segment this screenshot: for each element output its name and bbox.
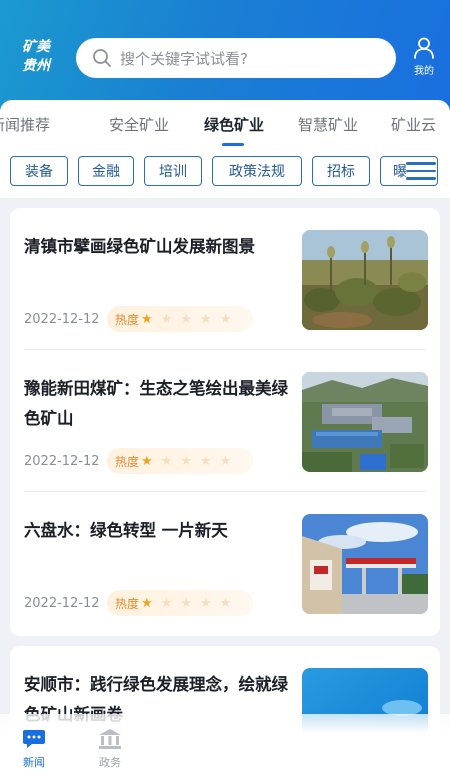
star-icon: ★: [199, 311, 212, 327]
star-icon: ★: [180, 311, 192, 327]
tab-green-mining[interactable]: 绿色矿业: [204, 114, 264, 135]
star-icon: ★: [199, 595, 212, 611]
news-item[interactable]: 六盘水：绿色转型 一片新天 2022-12-12 热度 ★ ★ ★ ★ ★: [10, 492, 440, 634]
nav-government-label: 政务: [99, 756, 121, 769]
category-bidding[interactable]: 招标: [312, 156, 370, 186]
gas-station-image: [302, 514, 428, 614]
my-profile-button[interactable]: 我的: [408, 36, 440, 77]
tab-bar: 新闻 推荐 安全矿业 绿色矿业 智慧矿业 矿业云: [0, 100, 450, 150]
news-item[interactable]: 清镇市擘画绿色矿山发展新图景 2022-12-12 热度 ★ ★ ★ ★ ★: [10, 208, 440, 350]
star-icon: ★: [141, 453, 153, 469]
star-icon: ★: [160, 453, 173, 469]
tab-mining-cloud[interactable]: 矿业云: [391, 114, 436, 135]
tab-news[interactable]: 新闻: [0, 114, 20, 135]
menu-icon-bar: [406, 177, 436, 180]
category-equipment[interactable]: 装备: [10, 156, 68, 186]
user-icon: [414, 37, 434, 59]
news-list: 清镇市擘画绿色矿山发展新图景 2022-12-12 热度 ★ ★ ★ ★ ★ 豫…: [10, 208, 440, 636]
nav-news[interactable]: 新闻: [14, 728, 54, 770]
star-icon: ★: [180, 453, 192, 469]
star-icon: ★: [199, 453, 212, 469]
news-date: 2022-12-12: [24, 312, 100, 327]
star-icon: ★: [219, 311, 232, 327]
star-icon: ★: [141, 311, 153, 327]
news-date: 2022-12-12: [24, 454, 100, 469]
news-title: 清镇市擘画绿色矿山发展新图景: [24, 237, 255, 256]
bottom-navigation: 新闻 政务: [0, 714, 450, 780]
search-placeholder: 搜个关键字试试看?: [120, 49, 248, 68]
popularity-rating: 热度 ★ ★ ★ ★ ★: [107, 306, 253, 332]
active-tab-indicator: [222, 143, 244, 146]
search-icon: [93, 49, 111, 67]
category-menu-button[interactable]: [406, 158, 436, 184]
category-finance[interactable]: 金融: [78, 156, 134, 186]
popularity-label: 热度: [115, 312, 140, 327]
nav-news-label: 新闻: [23, 756, 45, 769]
category-training[interactable]: 培训: [144, 156, 202, 186]
tab-smart-mining[interactable]: 智慧矿业: [298, 114, 358, 135]
mine-aerial-image: [302, 372, 428, 472]
news-item[interactable]: 豫能新田煤矿：生态之笔绘出最美绿色矿山 2022-12-12 热度 ★ ★ ★ …: [10, 350, 440, 492]
hillside-shrubs-image: [302, 230, 428, 330]
star-icon: ★: [141, 595, 153, 611]
my-profile-label: 我的: [414, 66, 434, 77]
category-bar: 装备 金融 培训 政策法规 招标 曝光: [0, 150, 450, 198]
chat-bubble-icon: [23, 730, 45, 748]
star-icon: ★: [160, 595, 173, 611]
government-building-icon: [99, 729, 121, 749]
star-icon: ★: [160, 311, 173, 327]
search-input[interactable]: 搜个关键字试试看?: [76, 38, 396, 78]
star-icon: ★: [219, 595, 232, 611]
popularity-rating: 热度 ★ ★ ★ ★ ★: [107, 590, 253, 616]
popularity-label: 热度: [115, 596, 140, 611]
news-title: 豫能新田煤矿：生态之笔绘出最美绿色矿山: [24, 379, 288, 428]
category-policy[interactable]: 政策法规: [212, 156, 302, 186]
logo-line-1: 矿美: [22, 39, 50, 55]
menu-icon-bar: [406, 162, 436, 165]
tab-safe-mining[interactable]: 安全矿业: [109, 114, 169, 135]
app-logo[interactable]: 矿美 贵州: [14, 38, 58, 76]
nav-government[interactable]: 政务: [90, 728, 130, 770]
star-icon: ★: [219, 453, 232, 469]
logo-line-2: 贵州: [22, 58, 50, 74]
tab-recommend[interactable]: 推荐: [20, 114, 50, 135]
app-header: 矿美 贵州 搜个关键字试试看? 我的: [0, 0, 450, 110]
news-title: 六盘水：绿色转型 一片新天: [24, 521, 228, 540]
star-icon: ★: [180, 595, 192, 611]
news-date: 2022-12-12: [24, 596, 100, 611]
popularity-label: 热度: [115, 454, 140, 469]
menu-icon-bar: [406, 169, 436, 172]
popularity-rating: 热度 ★ ★ ★ ★ ★: [107, 448, 253, 474]
